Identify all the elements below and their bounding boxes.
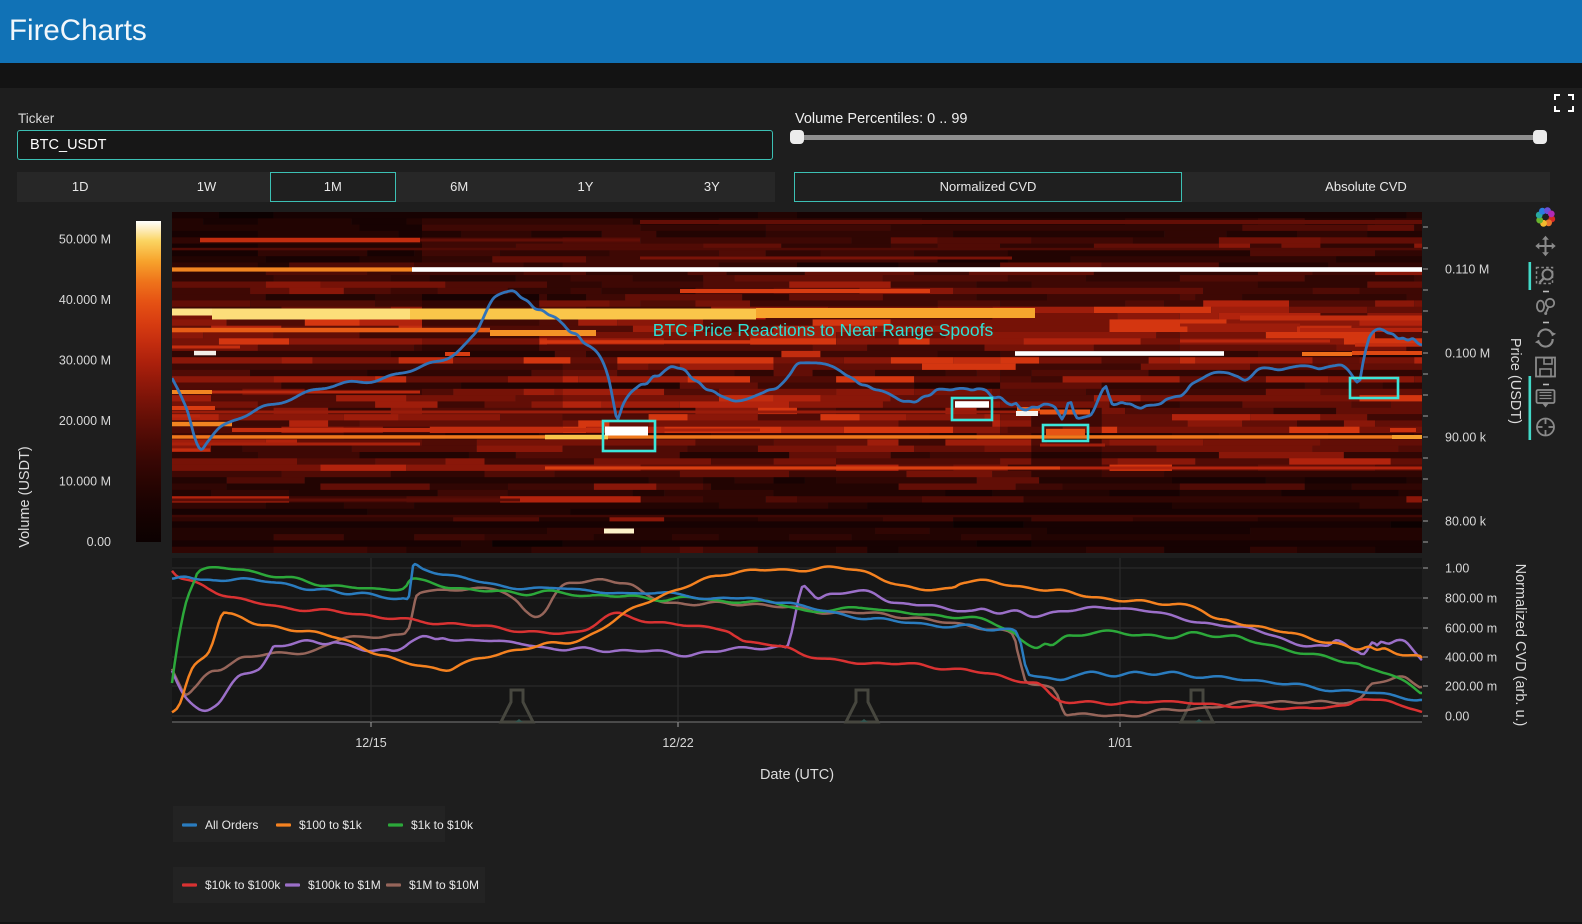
svg-text:0.100 M: 0.100 M bbox=[1445, 347, 1490, 361]
svg-text:80.00 k: 80.00 k bbox=[1445, 515, 1487, 529]
svg-text:0.00: 0.00 bbox=[87, 535, 111, 549]
svg-text:$10k to $100k: $10k to $100k bbox=[205, 878, 281, 892]
svg-text:$1M to $10M: $1M to $10M bbox=[409, 878, 479, 892]
svg-text:Normalized CVD (arb. u.): Normalized CVD (arb. u.) bbox=[1512, 564, 1528, 727]
svg-text:1/01: 1/01 bbox=[1108, 736, 1132, 750]
svg-text:50.000 M: 50.000 M bbox=[59, 233, 111, 247]
svg-text:20.000 M: 20.000 M bbox=[59, 414, 111, 428]
svg-text:30.000 M: 30.000 M bbox=[59, 354, 111, 368]
svg-text:400.00 m: 400.00 m bbox=[1445, 651, 1497, 665]
svg-text:200.00 m: 200.00 m bbox=[1445, 680, 1497, 694]
svg-text:10.000 M: 10.000 M bbox=[59, 475, 111, 489]
svg-text:Volume (USDT): Volume (USDT) bbox=[17, 446, 33, 548]
svg-text:$100 to $1k: $100 to $1k bbox=[299, 818, 363, 832]
svg-text:BTC Price Reactions to Near Ra: BTC Price Reactions to Near Range Spoofs bbox=[653, 320, 994, 340]
svg-text:90.00 k: 90.00 k bbox=[1445, 431, 1487, 445]
svg-text:$1k to $10k: $1k to $10k bbox=[411, 818, 474, 832]
svg-text:All Orders: All Orders bbox=[205, 818, 258, 832]
svg-text:Price (USDT): Price (USDT) bbox=[1507, 338, 1523, 424]
svg-text:12/22: 12/22 bbox=[662, 736, 693, 750]
svg-text:800.00 m: 800.00 m bbox=[1445, 592, 1497, 606]
svg-text:40.000 M: 40.000 M bbox=[59, 293, 111, 307]
svg-text:0.00: 0.00 bbox=[1445, 710, 1469, 724]
svg-text:Date (UTC): Date (UTC) bbox=[760, 767, 834, 783]
svg-text:$100k to $1M: $100k to $1M bbox=[308, 878, 381, 892]
svg-text:0.110 M: 0.110 M bbox=[1445, 263, 1489, 277]
svg-text:1.00: 1.00 bbox=[1445, 562, 1469, 576]
svg-text:12/15: 12/15 bbox=[355, 736, 386, 750]
svg-text:600.00 m: 600.00 m bbox=[1445, 622, 1497, 636]
